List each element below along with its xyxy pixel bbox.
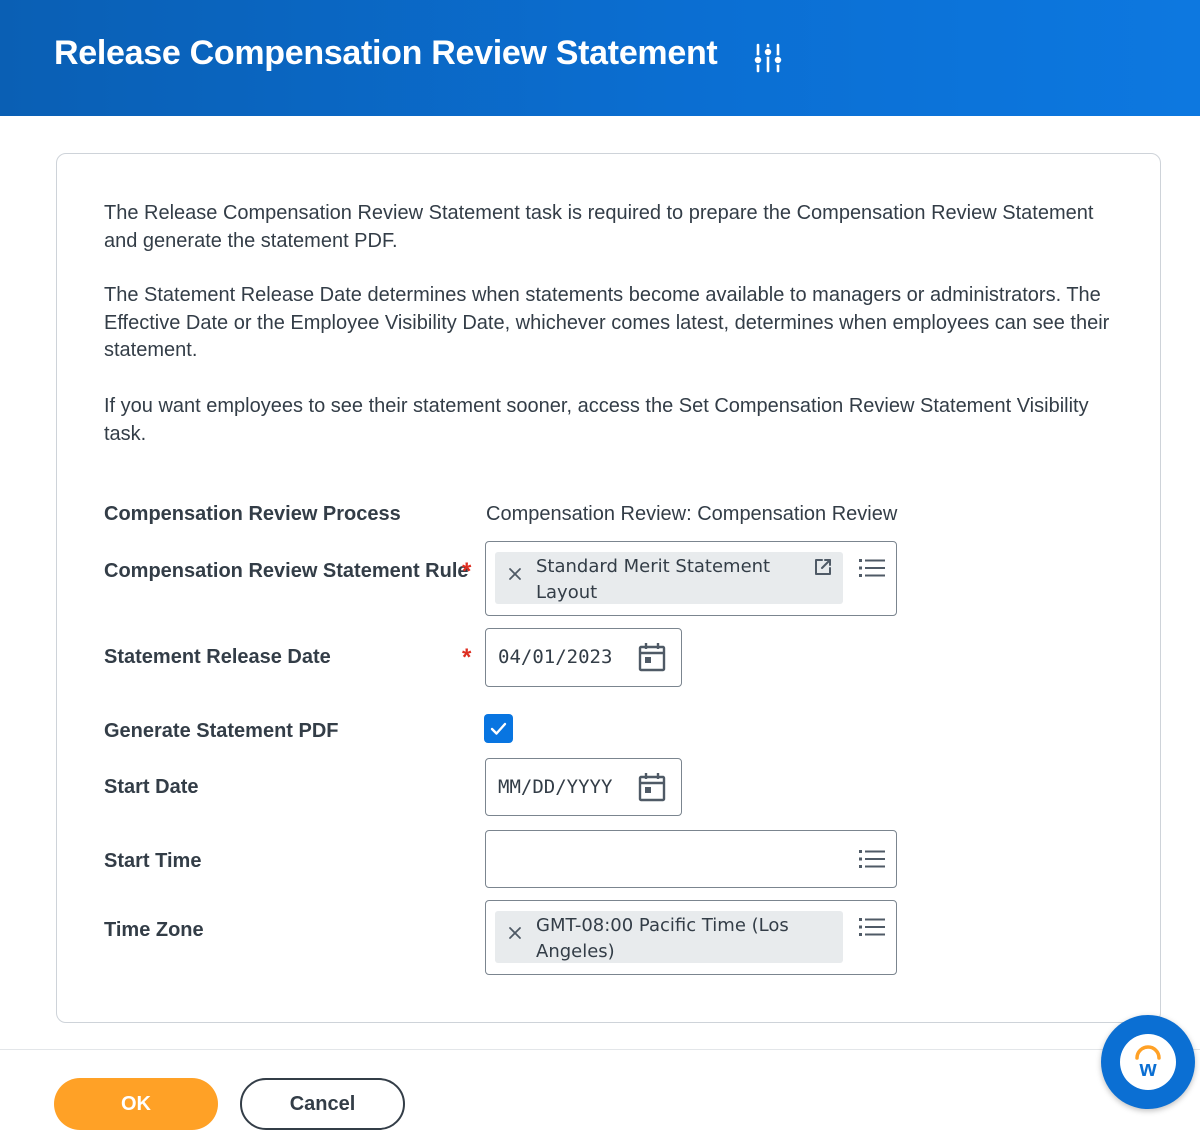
release-date-value: 04/01/2023 xyxy=(498,646,613,668)
start-date-placeholder: MM/DD/YYYY xyxy=(498,776,613,798)
instruction-paragraph: The Release Compensation Review Statemen… xyxy=(104,202,1094,252)
selected-item-pill: GMT-08:00 Pacific Time (Los Angeles) xyxy=(495,911,843,963)
release-date-input[interactable]: 04/01/2023 xyxy=(485,628,682,687)
calendar-icon[interactable] xyxy=(638,642,666,672)
prompt-list-icon[interactable] xyxy=(859,848,885,870)
ok-button[interactable]: OK xyxy=(54,1078,218,1130)
page-title: Release Compensation Review Statement xyxy=(54,34,718,72)
related-actions-icon[interactable] xyxy=(752,42,784,74)
workday-assistant-icon: w xyxy=(1120,1034,1176,1090)
instruction-paragraph: The Statement Release Date determines wh… xyxy=(104,284,1110,361)
remove-icon[interactable] xyxy=(507,925,523,941)
review-process-label: Compensation Review Process xyxy=(104,503,401,525)
prompt-list-icon[interactable] xyxy=(859,916,885,938)
required-indicator: * xyxy=(462,558,472,585)
page-header: Release Compensation Review Statement xyxy=(0,0,1200,116)
generate-pdf-label: Generate Statement PDF xyxy=(104,720,339,742)
workday-assistant-button[interactable]: w xyxy=(1101,1015,1195,1109)
release-date-label: Statement Release Date xyxy=(104,646,331,668)
time-zone-selected: GMT-08:00 Pacific Time (Los Angeles) xyxy=(536,915,789,962)
external-link-icon[interactable] xyxy=(813,557,833,577)
checkmark-icon xyxy=(490,722,507,735)
start-time-prompt[interactable] xyxy=(485,830,897,888)
cancel-button[interactable]: Cancel xyxy=(240,1078,405,1130)
statement-rule-label: Compensation Review Statement Rule xyxy=(104,560,469,582)
review-process-value: Compensation Review: Compensation Review xyxy=(486,503,898,525)
time-zone-label: Time Zone xyxy=(104,919,204,941)
generate-pdf-checkbox[interactable] xyxy=(484,714,513,743)
workday-logo-icon: w xyxy=(1135,1045,1161,1081)
selected-item-pill: Standard Merit Statement Layout xyxy=(495,552,843,604)
calendar-icon[interactable] xyxy=(638,772,666,802)
footer-divider xyxy=(0,1049,1200,1050)
start-date-label: Start Date xyxy=(104,776,199,798)
statement-rule-selected: Standard Merit Statement Layout xyxy=(536,556,771,603)
time-zone-prompt[interactable]: GMT-08:00 Pacific Time (Los Angeles) xyxy=(485,900,897,975)
start-date-input[interactable]: MM/DD/YYYY xyxy=(485,758,682,816)
statement-rule-prompt[interactable]: Standard Merit Statement Layout xyxy=(485,541,897,616)
start-time-label: Start Time xyxy=(104,850,202,872)
workday-logo-letter: w xyxy=(1138,1056,1157,1081)
prompt-list-icon[interactable] xyxy=(859,557,885,579)
remove-icon[interactable] xyxy=(507,566,523,582)
instruction-paragraph: If you want employees to see their state… xyxy=(104,395,1089,445)
required-indicator: * xyxy=(462,644,472,671)
